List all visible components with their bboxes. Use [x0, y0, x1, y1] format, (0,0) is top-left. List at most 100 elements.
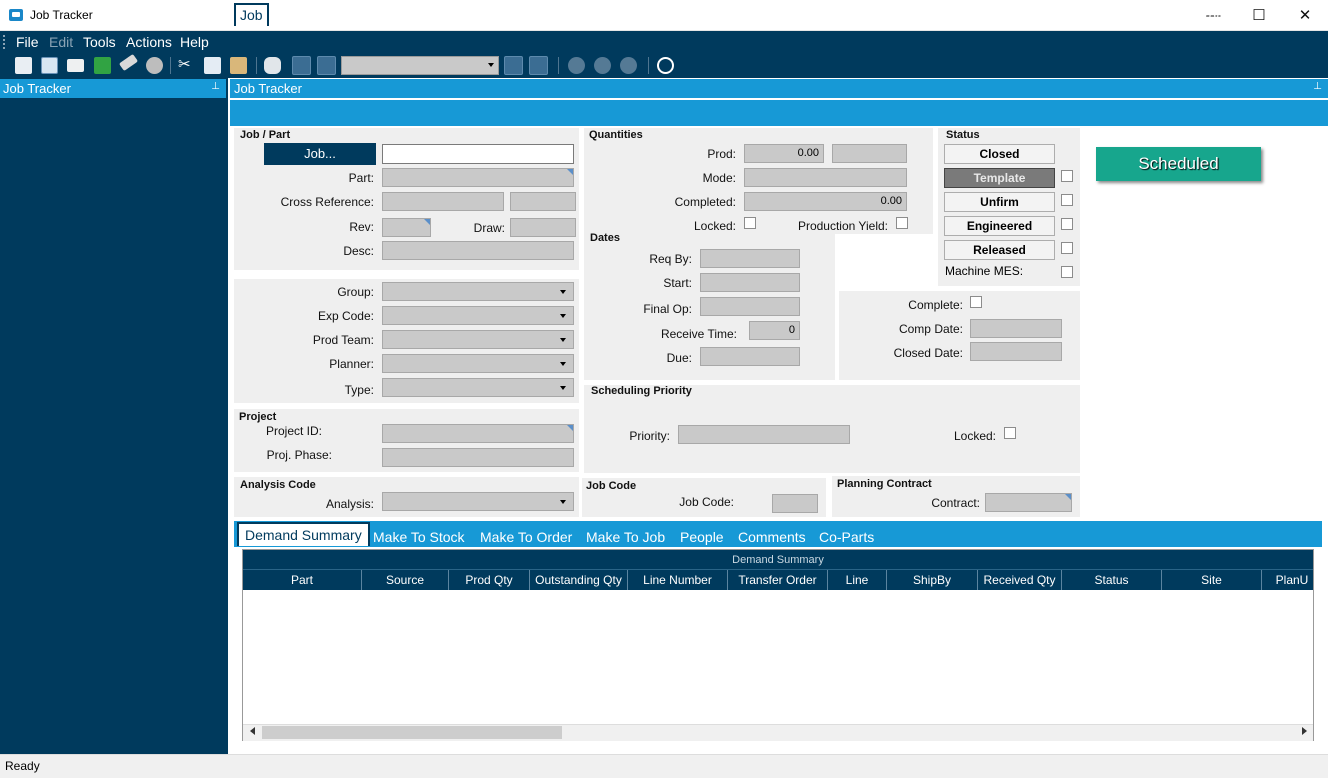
complete-checkbox[interactable]: [970, 296, 982, 308]
closed-date-field[interactable]: [970, 342, 1062, 361]
mode-field[interactable]: [744, 168, 907, 187]
template-button[interactable]: Template: [944, 168, 1055, 188]
receive-time-field[interactable]: 0: [749, 321, 800, 340]
pin-icon[interactable]: ⊥: [211, 81, 220, 92]
priority-locked-checkbox[interactable]: [1004, 427, 1016, 439]
previous-record-icon[interactable]: [317, 56, 336, 75]
due-field[interactable]: [700, 347, 800, 366]
tab-make-to-job[interactable]: Make To Job: [586, 529, 665, 545]
forward-icon[interactable]: [594, 57, 611, 74]
req-by-field[interactable]: [700, 249, 800, 268]
unfirm-checkbox[interactable]: [1061, 194, 1073, 206]
back-icon[interactable]: [568, 57, 585, 74]
rev-field[interactable]: [382, 218, 431, 237]
first-record-icon[interactable]: [292, 56, 311, 75]
job-button[interactable]: Job...: [264, 143, 376, 165]
project-id-field[interactable]: [382, 424, 574, 443]
locked-checkbox[interactable]: [744, 217, 756, 229]
proj-phase-field[interactable]: [382, 448, 574, 467]
part-field[interactable]: [382, 168, 574, 187]
new-form-icon[interactable]: [41, 57, 58, 74]
type-select[interactable]: [382, 378, 574, 397]
column-header-part[interactable]: Part: [243, 570, 362, 590]
column-header-line[interactable]: Line: [828, 570, 887, 590]
tab-people[interactable]: People: [680, 529, 724, 545]
prod-qty-field[interactable]: 0.00: [744, 144, 824, 163]
column-header-received-qty[interactable]: Received Qty: [978, 570, 1062, 590]
home-icon[interactable]: [620, 57, 637, 74]
play-icon[interactable]: [657, 57, 674, 74]
released-checkbox[interactable]: [1061, 242, 1073, 254]
column-header-prod-qty[interactable]: Prod Qty: [449, 570, 530, 590]
column-header-shipby[interactable]: ShipBy: [887, 570, 978, 590]
copy-icon[interactable]: [204, 57, 221, 74]
binoculars-icon[interactable]: [264, 57, 281, 74]
closed-button[interactable]: Closed: [944, 144, 1055, 164]
tab-shipments[interactable]: Shipments: [419, 8, 485, 24]
template-checkbox[interactable]: [1061, 170, 1073, 182]
open-book-icon[interactable]: [15, 57, 32, 74]
tab-part-locations[interactable]: Part Locations: [780, 8, 870, 24]
column-header-source[interactable]: Source: [362, 570, 449, 590]
prod-uom-field[interactable]: [832, 144, 907, 163]
close-button[interactable]: ✕: [1282, 0, 1328, 31]
tab-make-to-order[interactable]: Make To Order: [480, 529, 572, 545]
record-selector[interactable]: [341, 56, 499, 75]
tab-mfg-receipts[interactable]: Mfg. Receipts: [929, 8, 1015, 24]
column-header-transfer-order[interactable]: Transfer Order: [728, 570, 828, 590]
menu-edit[interactable]: Edit: [49, 34, 73, 50]
maximize-button[interactable]: ☐: [1236, 0, 1282, 31]
menu-file[interactable]: File: [16, 34, 39, 50]
tab-miscellaneous-shipments[interactable]: Miscellaneous Shipments: [500, 8, 659, 24]
last-record-icon[interactable]: [529, 56, 548, 75]
menu-help[interactable]: Help: [180, 34, 209, 50]
delete-icon[interactable]: [146, 57, 163, 74]
tab-project[interactable]: Project: [277, 8, 321, 24]
analysis-select[interactable]: [382, 492, 574, 511]
planner-select[interactable]: [382, 354, 574, 373]
cut-icon[interactable]: ✂: [178, 55, 191, 73]
tab-purchase-orders[interactable]: Purchase Orders: [1130, 8, 1236, 24]
tab-machine-mes[interactable]: Machine MES: [1029, 8, 1116, 24]
job-code-field[interactable]: [772, 494, 818, 513]
paste-icon[interactable]: [230, 57, 247, 74]
machine-mes-checkbox[interactable]: [1061, 266, 1073, 278]
column-header-outstanding-qty[interactable]: Outstanding Qty: [530, 570, 628, 590]
tab-demand-summary[interactable]: Demand Summary: [237, 522, 370, 546]
column-header-status[interactable]: Status: [1062, 570, 1162, 590]
start-field[interactable]: [700, 273, 800, 292]
final-op-field[interactable]: [700, 297, 800, 316]
priority-field[interactable]: [678, 425, 850, 444]
refresh-icon[interactable]: [94, 57, 111, 74]
engineered-checkbox[interactable]: [1061, 218, 1073, 230]
pin-icon[interactable]: ⊥: [1313, 81, 1322, 92]
released-button[interactable]: Released: [944, 240, 1055, 260]
scrollbar-thumb[interactable]: [262, 726, 562, 739]
next-record-icon[interactable]: [504, 56, 523, 75]
menu-tools[interactable]: Tools: [83, 34, 116, 50]
desc-field[interactable]: [382, 241, 574, 260]
contract-field[interactable]: [985, 493, 1072, 512]
exp-code-select[interactable]: [382, 306, 574, 325]
column-header-line-number[interactable]: Line Number: [628, 570, 728, 590]
scroll-right-icon[interactable]: [1302, 727, 1307, 735]
scroll-left-icon[interactable]: [250, 727, 255, 735]
cross-reference-field[interactable]: [382, 192, 504, 211]
job-input[interactable]: [382, 144, 574, 164]
prod-team-select[interactable]: [382, 330, 574, 349]
draw-field[interactable]: [510, 218, 576, 237]
tab-job-details[interactable]: Job Details: [335, 8, 404, 24]
tab-job[interactable]: Job: [234, 3, 269, 26]
engineered-button[interactable]: Engineered: [944, 216, 1055, 236]
comp-date-field[interactable]: [970, 319, 1062, 338]
menu-actions[interactable]: Actions: [126, 34, 172, 50]
tab-comments[interactable]: Comments: [738, 529, 806, 545]
cross-reference-extra-field[interactable]: [510, 192, 576, 211]
production-yield-checkbox[interactable]: [896, 217, 908, 229]
column-header-site[interactable]: Site: [1162, 570, 1262, 590]
tab-co-parts[interactable]: Co-Parts: [819, 529, 874, 545]
unfirm-button[interactable]: Unfirm: [944, 192, 1055, 212]
tab-make-to-stock[interactable]: Make To Stock: [373, 529, 465, 545]
tab-serial-numbers[interactable]: Serial Numbers: [671, 8, 767, 24]
completed-qty-field[interactable]: 0.00: [744, 192, 907, 211]
